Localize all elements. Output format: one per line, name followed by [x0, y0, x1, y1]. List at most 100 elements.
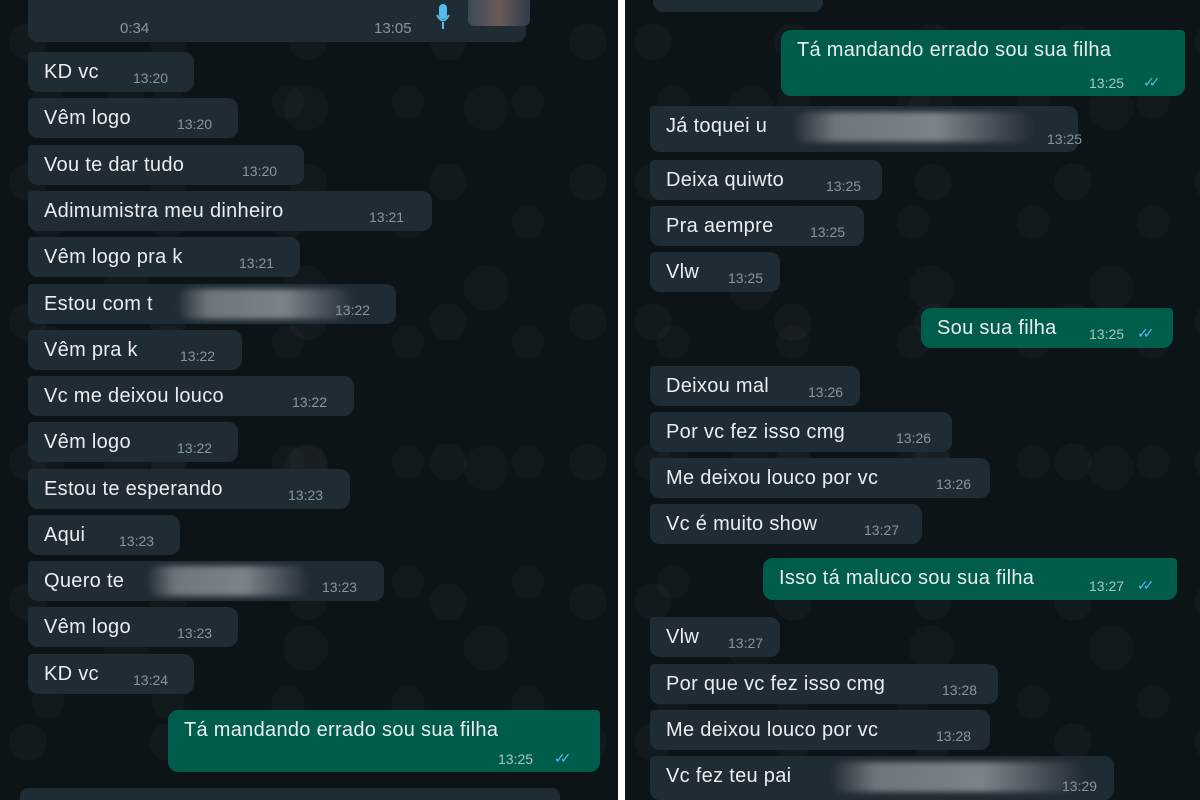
message-time: 13:20: [133, 70, 169, 86]
message-bubble-outgoing[interactable]: Tá mandando errado sou sua filha 13:25 ✓…: [168, 710, 600, 772]
message-time: 13:25: [810, 224, 846, 240]
message-bubble[interactable]: Vc fez teu pai 13:29: [650, 756, 1114, 800]
avatar: [468, 0, 530, 26]
redacted-blur: [146, 566, 310, 596]
message-text: Me deixou louco por vc: [666, 467, 879, 489]
message-time: 13:27: [728, 635, 764, 651]
chat-panel-right: Tá mandando errado sou sua filha 13:25 ✓…: [625, 0, 1200, 800]
message-time: 13:28: [942, 682, 978, 698]
redacted-blur: [176, 289, 356, 319]
mic-icon: [436, 4, 450, 29]
message-bubble[interactable]: Por vc fez isso cmg 13:26: [650, 412, 952, 452]
message-bubble[interactable]: Adimumistra meu dinheiro 13:21: [28, 191, 432, 231]
message-text: Por vc fez isso cmg: [666, 421, 846, 443]
message-bubble[interactable]: Vêm logo pra k 13:21: [28, 237, 300, 277]
message-text: Me deixou louco por vc: [666, 719, 879, 741]
message-time: 13:22: [180, 348, 216, 364]
voice-duration: 0:34: [120, 20, 150, 37]
message-text: Tá mandando errado sou sua filha: [797, 39, 1112, 61]
message-text: Por que vc fez isso cmg: [666, 673, 886, 695]
message-time: 13:24: [133, 672, 169, 688]
message-time: 13:26: [896, 430, 932, 446]
message-text: Vc é muito show: [666, 513, 818, 535]
message-time: 13:23: [322, 579, 358, 595]
message-time: 13:22: [292, 394, 328, 410]
message-text: Vc fez teu pai: [666, 765, 792, 787]
message-text: Isso tá maluco sou sua filha: [779, 567, 1035, 589]
message-bubble[interactable]: KD vc 13:24: [28, 654, 194, 694]
message-time: 13:25: [826, 178, 862, 194]
message-bubble[interactable]: Deixou mal 13:26: [650, 366, 860, 406]
double-check-icon: ✓✓: [1143, 74, 1161, 90]
message-bubble[interactable]: Deixa quiwto 13:25: [650, 160, 882, 200]
voice-message[interactable]: 0:34 13:05: [28, 0, 530, 42]
message-bubble[interactable]: Vc é muito show 13:27: [650, 504, 922, 544]
message-text: Tá mandando errado sou sua filha: [184, 719, 499, 741]
redacted-blur: [830, 762, 1084, 792]
message-time: 13:25: [498, 751, 534, 767]
message-text: Vlw: [666, 261, 700, 283]
message-text: Vêm logo: [44, 616, 131, 638]
message-text: Deixa quiwto: [666, 169, 785, 191]
message-bubble[interactable]: Vlw 13:27: [650, 617, 780, 657]
message-text: Vc me deixou louco: [44, 385, 224, 407]
message-time: 13:20: [242, 163, 278, 179]
message-bubble[interactable]: Por que vc fez isso cmg 13:28: [650, 664, 998, 704]
message-bubble[interactable]: Vêm logo 13:20: [28, 98, 238, 138]
message-bubble[interactable]: Estou com t 13:22: [28, 284, 396, 324]
message-bubble-outgoing[interactable]: Tá mandando errado sou sua filha 13:25 ✓…: [781, 30, 1185, 96]
message-bubble[interactable]: Vlw 13:25: [650, 252, 780, 292]
message-time: 13:27: [864, 522, 900, 538]
message-bubble[interactable]: Pra aempre 13:25: [650, 206, 864, 246]
message-bubble[interactable]: KD vc 13:20: [28, 52, 194, 92]
message-text: KD vc: [44, 663, 99, 685]
message-text: Estou com t: [44, 293, 153, 315]
message-time: 13:25: [728, 270, 764, 286]
message-text: Aqui: [44, 524, 86, 546]
message-bubble[interactable]: Quero te 13:23: [28, 561, 384, 601]
message-text: Pra aempre: [666, 215, 774, 237]
message-bubble[interactable]: Vêm logo 13:22: [28, 422, 238, 462]
message-time: 13:05: [374, 20, 412, 37]
message-text: Já toquei u: [666, 115, 768, 137]
message-bubble[interactable]: Vc me deixou louco 13:22: [28, 376, 354, 416]
message-bubble[interactable]: Aqui 13:23: [28, 515, 180, 555]
message-time: 13:25: [1047, 131, 1083, 147]
message-bubble-outgoing[interactable]: Sou sua filha 13:25 ✓✓: [921, 308, 1173, 348]
message-time: 13:23: [177, 625, 213, 641]
message-bubble[interactable]: Vêm pra k 13:22: [28, 330, 242, 370]
message-text: Quero te: [44, 570, 125, 592]
message-bubble-partial: [20, 788, 560, 800]
message-bubble[interactable]: Me deixou louco por vc 13:28: [650, 710, 990, 750]
message-bubble[interactable]: Já toquei u 13:25: [650, 106, 1082, 152]
chat-panel-left: 0:34 13:05 KD vc 13:20 Vêm logo 13:20 Vo…: [0, 0, 618, 800]
message-text: Sou sua filha: [937, 317, 1057, 339]
message-text: Vêm logo pra k: [44, 246, 183, 268]
message-text: Vêm logo: [44, 107, 131, 129]
message-bubble[interactable]: Vou te dar tudo 13:20: [28, 145, 304, 185]
double-check-icon: ✓✓: [1137, 325, 1155, 341]
message-text: KD vc: [44, 61, 99, 83]
message-time: 13:21: [369, 209, 405, 225]
message-time: 13:25: [1089, 75, 1125, 91]
double-check-icon: ✓✓: [1137, 577, 1155, 593]
message-time: 13:22: [335, 302, 371, 318]
message-bubble[interactable]: Estou te esperando 13:23: [28, 469, 350, 509]
message-time: 13:23: [119, 533, 155, 549]
message-bubble[interactable]: Vêm logo 13:23: [28, 607, 238, 647]
message-time: 13:22: [177, 440, 213, 456]
message-time: 13:20: [177, 116, 213, 132]
message-text: Vêm logo: [44, 431, 131, 453]
message-time: 13:23: [288, 487, 324, 503]
message-text: Deixou mal: [666, 375, 770, 397]
message-bubble[interactable]: Me deixou louco por vc 13:26: [650, 458, 990, 498]
message-text: Estou te esperando: [44, 478, 223, 500]
message-time: 13:28: [936, 728, 972, 744]
redacted-blur: [792, 112, 1034, 142]
message-bubble-outgoing[interactable]: Isso tá maluco sou sua filha 13:27 ✓✓: [763, 558, 1177, 600]
message-text: Vou te dar tudo: [44, 154, 185, 176]
divider: [618, 0, 625, 800]
message-text: Vlw: [666, 626, 700, 648]
message-time: 13:26: [808, 384, 844, 400]
message-text: Vêm pra k: [44, 339, 138, 361]
